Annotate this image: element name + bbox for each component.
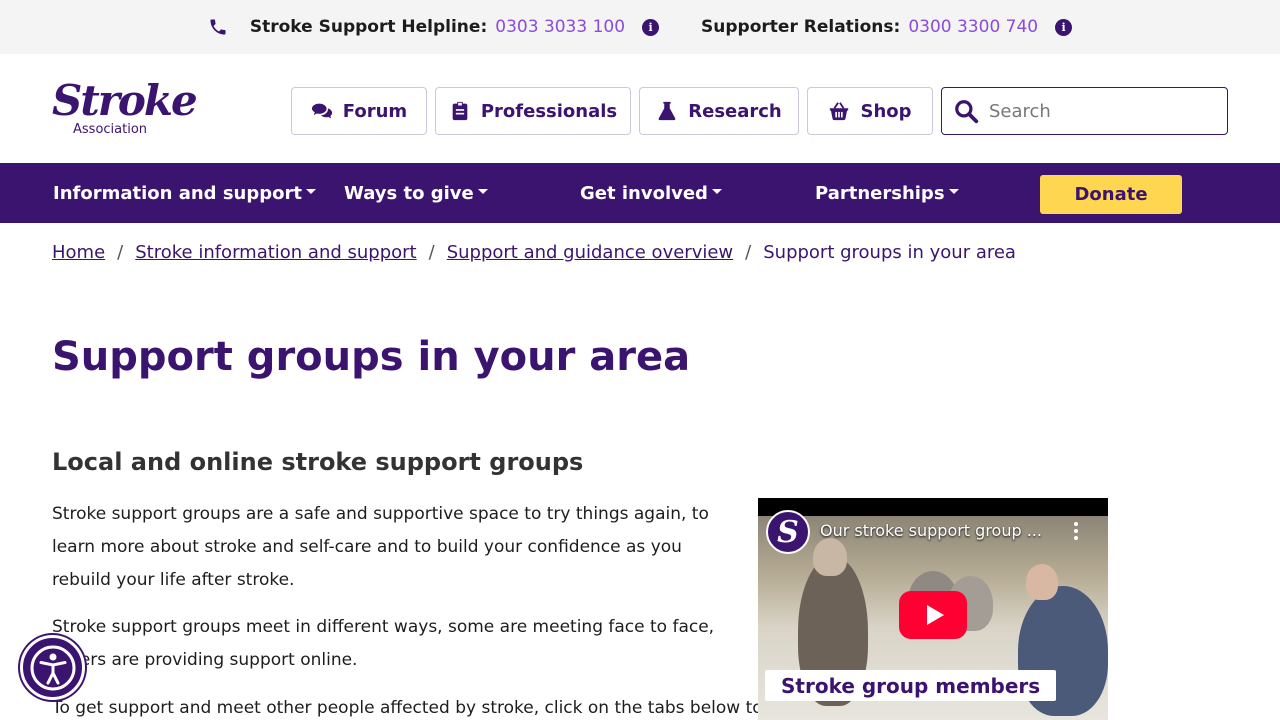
flask-icon <box>658 101 676 121</box>
accessibility-icon <box>30 645 75 690</box>
clipboard-icon <box>452 101 468 121</box>
nav-label: Ways to give <box>344 182 474 204</box>
person-head <box>813 538 847 576</box>
section-heading: Local and online stroke support groups <box>52 448 584 476</box>
breadcrumb-support-overview[interactable]: Support and guidance overview <box>447 242 733 263</box>
play-icon <box>926 605 944 625</box>
breadcrumb: Home / Stroke information and support / … <box>52 242 1016 263</box>
helpline-bar: Stroke Support Helpline: 0303 3033 100 i… <box>0 0 1280 54</box>
relations-label: Supporter Relations: <box>701 17 901 37</box>
breadcrumb-stroke-information[interactable]: Stroke information and support <box>135 242 416 263</box>
research-label: Research <box>688 100 782 122</box>
person-head <box>1026 564 1058 600</box>
meeting-paragraph: Stroke support groups meet in different … <box>52 617 715 670</box>
breadcrumb-home[interactable]: Home <box>52 242 105 263</box>
caret-down-icon <box>305 188 316 194</box>
stroke-association-logo[interactable]: Stroke Association <box>52 76 198 144</box>
shop-button[interactable]: Shop <box>807 87 933 135</box>
intro-paragraph: Stroke support groups are a safe and sup… <box>52 504 709 590</box>
nav-ways-to-give[interactable]: Ways to give <box>344 163 488 223</box>
caret-down-icon <box>711 188 722 194</box>
professionals-button[interactable]: Professionals <box>435 87 631 135</box>
research-button[interactable]: Research <box>639 87 799 135</box>
info-icon[interactable]: i <box>642 18 660 36</box>
breadcrumb-separator: / <box>745 242 752 263</box>
shop-label: Shop <box>860 100 912 122</box>
video-title[interactable]: Our stroke support group ... <box>820 521 1042 540</box>
breadcrumb-current: Support groups in your area <box>763 242 1016 263</box>
logo-word: Stroke <box>52 76 198 125</box>
main-nav: Information and support Ways to give Get… <box>0 163 1280 223</box>
nav-partnerships[interactable]: Partnerships <box>815 163 959 223</box>
nav-get-involved[interactable]: Get involved <box>580 163 722 223</box>
basket-icon <box>830 102 849 121</box>
more-options-icon[interactable] <box>1074 522 1078 540</box>
forum-button[interactable]: Forum <box>291 87 427 135</box>
nav-information-and-support[interactable]: Information and support <box>53 163 316 223</box>
video-caption: Stroke group members <box>765 670 1057 701</box>
nav-label: Partnerships <box>815 182 945 204</box>
info-icon[interactable]: i <box>1055 18 1073 36</box>
breadcrumb-separator: / <box>428 242 435 263</box>
professionals-label: Professionals <box>480 100 618 122</box>
accessibility-button[interactable] <box>20 635 85 700</box>
search-input[interactable] <box>989 100 1209 122</box>
relations-number-link[interactable]: 0300 3300 740 <box>908 17 1038 37</box>
forum-label: Forum <box>342 100 408 122</box>
breadcrumb-separator: / <box>117 242 124 263</box>
helpline-label: Stroke Support Helpline: <box>249 17 488 37</box>
caret-down-icon <box>477 188 488 194</box>
play-button[interactable] <box>899 591 967 639</box>
comments-icon <box>311 103 332 119</box>
caret-down-icon <box>948 188 959 194</box>
helpline-number-link[interactable]: 0303 3033 100 <box>495 17 625 37</box>
channel-avatar[interactable]: S <box>766 510 810 554</box>
page-title: Support groups in your area <box>52 334 691 380</box>
phone-icon <box>210 19 226 35</box>
search-box[interactable] <box>941 87 1228 135</box>
video-embed[interactable]: S Our stroke support group ... Stroke gr… <box>758 498 1108 720</box>
search-icon[interactable] <box>953 98 979 124</box>
tabs-paragraph: To get support and meet other people aff… <box>52 698 798 718</box>
donate-button[interactable]: Donate <box>1040 175 1182 214</box>
nav-label: Get involved <box>580 182 708 204</box>
nav-label: Information and support <box>53 182 302 204</box>
